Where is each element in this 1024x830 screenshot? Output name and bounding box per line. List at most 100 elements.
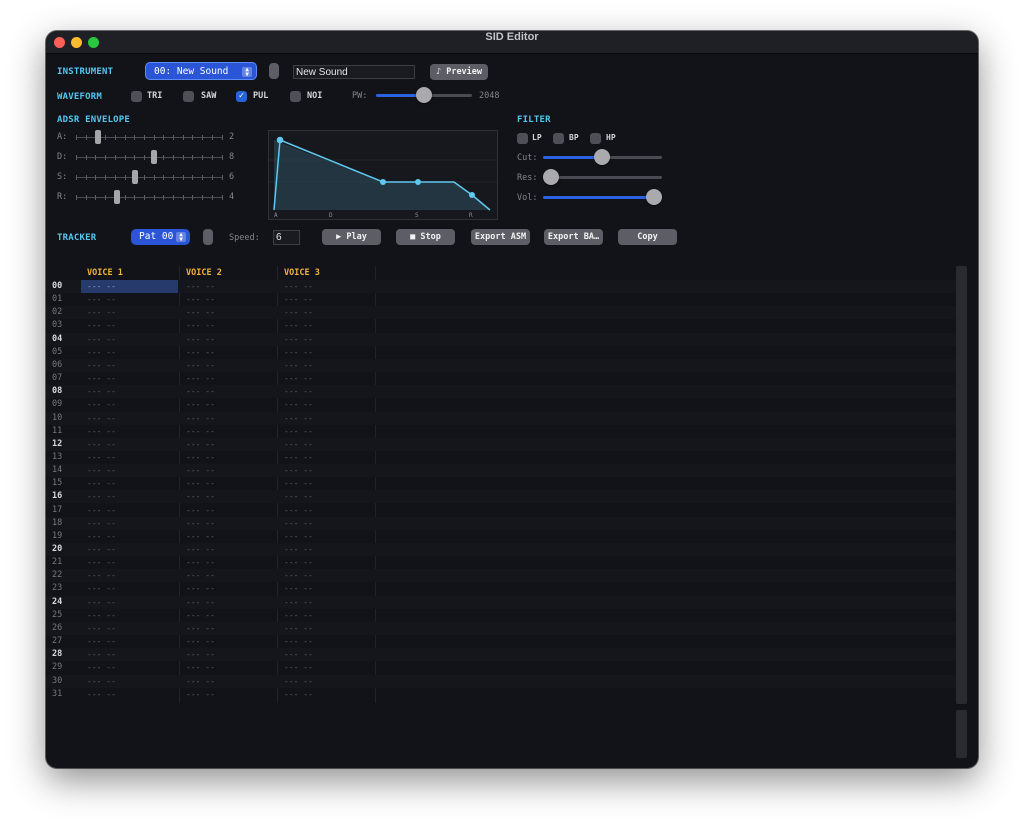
tracker-cell-voice-3[interactable]: --- -- <box>278 451 375 464</box>
tracker-cell-voice-1[interactable]: --- -- <box>81 306 178 319</box>
checkbox-noi[interactable] <box>290 91 301 102</box>
checkbox-lp[interactable] <box>517 133 528 144</box>
tracker-cell-voice-1[interactable]: --- -- <box>81 569 178 582</box>
tracker-cell-voice-2[interactable]: --- -- <box>180 385 277 398</box>
tracker-cell-voice-2[interactable]: --- -- <box>180 425 277 438</box>
tracker-scrollbar-lower[interactable] <box>956 710 967 758</box>
tracker-cell-voice-3[interactable]: --- -- <box>278 675 375 688</box>
tracker-cell-voice-3[interactable]: --- -- <box>278 543 375 556</box>
checkbox-hp[interactable] <box>590 133 601 144</box>
tracker-cell-voice-2[interactable]: --- -- <box>180 556 277 569</box>
checkbox-bp[interactable] <box>553 133 564 144</box>
tracker-cell-voice-1[interactable]: --- -- <box>81 504 178 517</box>
tracker-cell-voice-3[interactable]: --- -- <box>278 582 375 595</box>
pw-slider-knob[interactable] <box>416 87 432 103</box>
tracker-cell-voice-1[interactable]: --- -- <box>81 582 178 595</box>
tracker-cell-voice-3[interactable]: --- -- <box>278 398 375 411</box>
tracker-cell-voice-2[interactable]: --- -- <box>180 464 277 477</box>
play-button[interactable]: ▶ Play <box>322 229 381 245</box>
tracker-scrollbar[interactable] <box>956 266 967 704</box>
tracker-cell-voice-1[interactable]: --- -- <box>81 280 178 293</box>
tracker-cell-voice-2[interactable]: --- -- <box>180 293 277 306</box>
tracker-cell-voice-1[interactable]: --- -- <box>81 596 178 609</box>
tracker-cell-voice-2[interactable]: --- -- <box>180 280 277 293</box>
tracker-cell-voice-1[interactable]: --- -- <box>81 556 178 569</box>
tracker-cell-voice-3[interactable]: --- -- <box>278 477 375 490</box>
stop-button[interactable]: ■ Stop <box>396 229 455 245</box>
tracker-cell-voice-2[interactable]: --- -- <box>180 596 277 609</box>
tracker-cell-voice-2[interactable]: --- -- <box>180 451 277 464</box>
tracker-cell-voice-3[interactable]: --- -- <box>278 359 375 372</box>
tracker-cell-voice-1[interactable]: --- -- <box>81 372 178 385</box>
tracker-cell-voice-2[interactable]: --- -- <box>180 543 277 556</box>
tracker-cell-voice-1[interactable]: --- -- <box>81 530 178 543</box>
tracker-cell-voice-3[interactable]: --- -- <box>278 346 375 359</box>
export-asm-button[interactable]: Export ASM <box>471 229 530 245</box>
tracker-cell-voice-3[interactable]: --- -- <box>278 490 375 503</box>
volume-slider-knob[interactable] <box>646 189 662 205</box>
adsr-slider-track-r[interactable] <box>76 197 222 198</box>
tracker-cell-voice-2[interactable]: --- -- <box>180 306 277 319</box>
copy-button[interactable]: Copy <box>618 229 677 245</box>
adsr-slider-track-d[interactable] <box>76 157 222 158</box>
tracker-cell-voice-1[interactable]: --- -- <box>81 688 178 701</box>
tracker-cell-voice-1[interactable]: --- -- <box>81 451 178 464</box>
tracker-cell-voice-2[interactable]: --- -- <box>180 569 277 582</box>
checkbox-pul[interactable]: ✓ <box>236 91 247 102</box>
pattern-options-button[interactable] <box>203 229 213 245</box>
tracker-cell-voice-3[interactable]: --- -- <box>278 438 375 451</box>
tracker-cell-voice-2[interactable]: --- -- <box>180 635 277 648</box>
tracker-cell-voice-1[interactable]: --- -- <box>81 385 178 398</box>
tracker-cell-voice-2[interactable]: --- -- <box>180 517 277 530</box>
tracker-cell-voice-2[interactable]: --- -- <box>180 609 277 622</box>
adsr-slider-knob-s[interactable] <box>132 170 138 184</box>
tracker-cell-voice-2[interactable]: --- -- <box>180 398 277 411</box>
tracker-cell-voice-2[interactable]: --- -- <box>180 490 277 503</box>
tracker-cell-voice-3[interactable]: --- -- <box>278 504 375 517</box>
tracker-cell-voice-3[interactable]: --- -- <box>278 688 375 701</box>
tracker-cell-voice-1[interactable]: --- -- <box>81 622 178 635</box>
volume-slider-track[interactable] <box>543 196 662 199</box>
tracker-cell-voice-1[interactable]: --- -- <box>81 293 178 306</box>
tracker-cell-voice-3[interactable]: --- -- <box>278 556 375 569</box>
tracker-cell-voice-1[interactable]: --- -- <box>81 477 178 490</box>
tracker-cell-voice-1[interactable]: --- -- <box>81 398 178 411</box>
preview-button[interactable]: ♪ Preview <box>430 64 488 80</box>
tracker-cell-voice-3[interactable]: --- -- <box>278 306 375 319</box>
tracker-cell-voice-3[interactable]: --- -- <box>278 517 375 530</box>
tracker-cell-voice-1[interactable]: --- -- <box>81 464 178 477</box>
tracker-cell-voice-1[interactable]: --- -- <box>81 425 178 438</box>
tracker-cell-voice-2[interactable]: --- -- <box>180 648 277 661</box>
tracker-cell-voice-3[interactable]: --- -- <box>278 530 375 543</box>
tracker-cell-voice-3[interactable]: --- -- <box>278 464 375 477</box>
tracker-cell-voice-1[interactable]: --- -- <box>81 675 178 688</box>
tracker-cell-voice-2[interactable]: --- -- <box>180 438 277 451</box>
tracker-cell-voice-2[interactable]: --- -- <box>180 582 277 595</box>
tracker-cell-voice-2[interactable]: --- -- <box>180 319 277 332</box>
tracker-cell-voice-2[interactable]: --- -- <box>180 412 277 425</box>
tracker-cell-voice-2[interactable]: --- -- <box>180 688 277 701</box>
checkbox-tri[interactable] <box>131 91 142 102</box>
tracker-cell-voice-2[interactable]: --- -- <box>180 372 277 385</box>
tracker-cell-voice-1[interactable]: --- -- <box>81 648 178 661</box>
tracker-cell-voice-3[interactable]: --- -- <box>278 425 375 438</box>
adsr-slider-knob-d[interactable] <box>151 150 157 164</box>
tracker-cell-voice-1[interactable]: --- -- <box>81 319 178 332</box>
tracker-cell-voice-3[interactable]: --- -- <box>278 333 375 346</box>
tracker-cell-voice-2[interactable]: --- -- <box>180 661 277 674</box>
tracker-cell-voice-3[interactable]: --- -- <box>278 319 375 332</box>
tracker-cell-voice-3[interactable]: --- -- <box>278 596 375 609</box>
tracker-cell-voice-2[interactable]: --- -- <box>180 359 277 372</box>
instrument-options-button[interactable] <box>269 63 279 79</box>
tracker-cell-voice-1[interactable]: --- -- <box>81 346 178 359</box>
tracker-cell-voice-1[interactable]: --- -- <box>81 359 178 372</box>
tracker-cell-voice-2[interactable]: --- -- <box>180 477 277 490</box>
tracker-cell-voice-2[interactable]: --- -- <box>180 504 277 517</box>
tracker-cell-voice-1[interactable]: --- -- <box>81 609 178 622</box>
tracker-cell-voice-3[interactable]: --- -- <box>278 385 375 398</box>
tracker-cell-voice-1[interactable]: --- -- <box>81 490 178 503</box>
tracker-cell-voice-3[interactable]: --- -- <box>278 609 375 622</box>
tracker-cell-voice-1[interactable]: --- -- <box>81 517 178 530</box>
tracker-cell-voice-2[interactable]: --- -- <box>180 530 277 543</box>
tracker-cell-voice-3[interactable]: --- -- <box>278 412 375 425</box>
